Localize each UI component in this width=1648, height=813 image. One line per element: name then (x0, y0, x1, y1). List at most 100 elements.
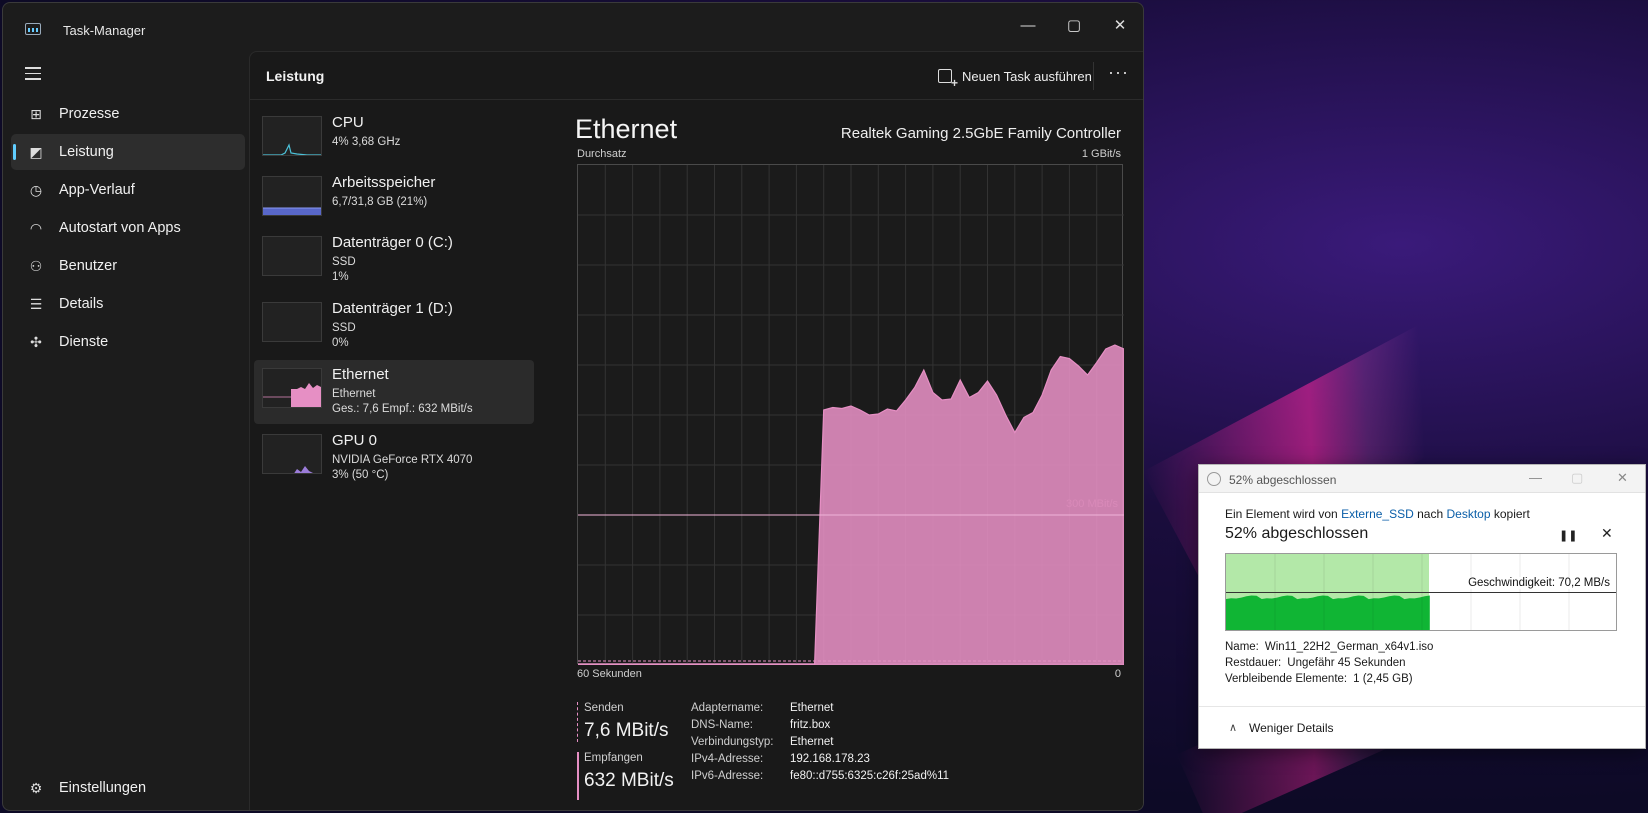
copy-percent-text: 52% abgeschlossen (1225, 525, 1369, 542)
history-clock-icon: ◷ (29, 181, 43, 198)
send-label: Senden (584, 702, 624, 714)
device-detail: 0% (332, 337, 349, 349)
device-thumbnail (262, 236, 322, 276)
copy-description-mid: nach (1417, 507, 1444, 521)
throughput-chart: 300 MBit/s (577, 164, 1125, 666)
device-detail: SSD (332, 322, 356, 334)
prop-key: Adaptername: (691, 702, 764, 714)
throughput-chart-svg (577, 165, 1125, 666)
device-item-ethernet[interactable]: Ethernet Ethernet Ges.: 7,6 Empf.: 632 M… (254, 360, 534, 424)
device-name: GPU 0 (332, 432, 378, 449)
processes-grid-icon: ⊞ (30, 105, 42, 122)
device-thumbnail (262, 302, 322, 342)
sidebar-item-autostart[interactable]: ◠ Autostart von Apps (11, 210, 245, 246)
device-item-disk-1[interactable]: Datenträger 1 (D:) SSD 0% (254, 294, 534, 358)
copy-description-suffix: kopiert (1493, 507, 1530, 521)
x-axis-left-label: 60 Sekunden (577, 668, 642, 680)
remaining-items-value: 1 (2,45 GB) (1353, 673, 1413, 685)
remaining-items-key: Verbleibende Elemente: (1225, 673, 1348, 685)
device-item-disk-0[interactable]: Datenträger 0 (C:) SSD 1% (254, 228, 534, 292)
close-button[interactable]: ✕ (1097, 9, 1143, 41)
prop-value: Ethernet (790, 736, 834, 748)
device-name: Ethernet (332, 366, 389, 383)
file-name-key: Name: (1225, 641, 1259, 653)
detail-title: Ethernet (575, 114, 678, 144)
speed-graph-area (1226, 595, 1430, 630)
maximize-button[interactable]: ▢ (1051, 9, 1097, 41)
minimize-button[interactable]: — (1005, 9, 1051, 41)
sidebar-item-label: Dienste (59, 334, 109, 350)
device-detail: Ges.: 7,6 Empf.: 632 MBit/s (332, 403, 473, 415)
speedometer-icon: ◠ (29, 219, 43, 236)
device-detail: Ethernet (332, 388, 376, 400)
sidebar-item-benutzer[interactable]: ⚇ Benutzer (11, 248, 245, 284)
pause-button[interactable]: ❚❚ (1559, 529, 1577, 542)
title-bar[interactable]: Task-Manager — ▢ ✕ (3, 3, 1143, 51)
cancel-copy-button[interactable]: ✕ (1601, 525, 1613, 542)
throughput-label: Durchsatz (577, 148, 627, 160)
sidebar-item-leistung[interactable]: ◩ Leistung (11, 134, 245, 170)
performance-chart-icon: ◩ (29, 143, 43, 160)
minimize-button[interactable]: — (1529, 470, 1542, 485)
device-detail: SSD (332, 256, 356, 268)
device-detail: 3% (50 °C) (332, 469, 389, 481)
device-name: CPU (332, 114, 364, 131)
sidebar-item-details[interactable]: ☰ Details (11, 286, 245, 322)
prop-key: Verbindungstyp: (691, 736, 774, 748)
remaining-time-key: Restdauer: (1225, 657, 1282, 669)
send-legend-marker (577, 702, 578, 742)
less-details-label: Weniger Details (1249, 721, 1334, 735)
device-thumbnail (262, 176, 322, 216)
sidebar-item-label: Benutzer (59, 258, 118, 274)
destination-link[interactable]: Desktop (1446, 507, 1490, 521)
sidebar-item-app-verlauf[interactable]: ◷ App-Verlauf (11, 172, 245, 208)
prop-value: fe80::d755:6325:c26f:25ad%11 (790, 770, 950, 782)
device-item-cpu[interactable]: CPU 4% 3,68 GHz (254, 108, 534, 172)
new-task-button[interactable]: Neuen Task ausführen (938, 66, 1092, 90)
more-options-button[interactable]: ··· (1108, 62, 1129, 83)
hamburger-menu-icon[interactable] (25, 67, 41, 80)
prop-value: 192.168.178.23 (790, 753, 870, 765)
copy-description-prefix: Ein Element wird von (1225, 507, 1338, 521)
file-name-row: Name: Win11_22H2_German_x64v1.iso (1225, 641, 1433, 653)
prop-key: IPv4-Adresse: (691, 753, 764, 765)
copy-dialog-titlebar[interactable]: 52% abgeschlossen — ▢ ✕ (1199, 465, 1645, 493)
new-task-icon (938, 69, 958, 90)
task-manager-icon (25, 23, 41, 35)
device-detail: 4% 3,68 GHz (332, 136, 401, 148)
device-detail: NVIDIA GeForce RTX 4070 (332, 454, 473, 466)
device-name: Datenträger 1 (D:) (332, 300, 453, 317)
sidebar-item-einstellungen[interactable]: ⚙ Einstellungen (11, 770, 245, 806)
sidebar-item-label: Autostart von Apps (59, 220, 181, 236)
sidebar-item-prozesse[interactable]: ⊞ Prozesse (11, 96, 245, 132)
source-link[interactable]: Externe_SSD (1341, 507, 1414, 521)
device-item-gpu[interactable]: GPU 0 NVIDIA GeForce RTX 4070 3% (50 °C) (254, 426, 534, 490)
header-divider (1093, 62, 1094, 90)
x-axis-right-label: 0 (1114, 668, 1121, 680)
sidebar-item-label: App-Verlauf (59, 182, 135, 198)
device-thumbnail (262, 368, 322, 408)
device-name: Datenträger 0 (C:) (332, 234, 453, 251)
device-thumbnail (262, 434, 322, 474)
remaining-time-value: Ungefähr 45 Sekunden (1287, 657, 1406, 669)
prop-key: IPv6-Adresse: (691, 770, 764, 782)
device-name: Arbeitsspeicher (332, 174, 436, 191)
sidebar-item-dienste[interactable]: ✣ Dienste (11, 324, 245, 360)
speed-line (1226, 592, 1616, 593)
close-button[interactable]: ✕ (1617, 470, 1628, 486)
task-manager-window: Task-Manager — ▢ ✕ ⊞ Prozesse ◩ Leistung… (2, 2, 1144, 811)
file-name-value: Win11_22H2_German_x64v1.iso (1264, 641, 1434, 653)
device-detail: 1% (332, 271, 349, 283)
adapter-name: Realtek Gaming 2.5GbE Family Controller (840, 125, 1121, 142)
sidebar-item-label: Leistung (59, 144, 114, 160)
sidebar-item-label: Details (59, 296, 104, 312)
receive-legend-marker (577, 752, 579, 800)
new-task-label: Neuen Task ausführen (962, 68, 1092, 84)
performance-content: Leistung Neuen Task ausführen ··· CPU 4%… (249, 51, 1143, 810)
prop-value: fritz.box (790, 719, 831, 731)
less-details-toggle[interactable]: ∧ Weniger Details (1199, 706, 1645, 748)
prop-value: Ethernet (790, 702, 834, 714)
device-item-memory[interactable]: Arbeitsspeicher 6,7/31,8 GB (21%) (254, 168, 534, 232)
maximize-button: ▢ (1571, 470, 1584, 485)
reference-line-label: 300 MBit/s (1066, 498, 1118, 510)
